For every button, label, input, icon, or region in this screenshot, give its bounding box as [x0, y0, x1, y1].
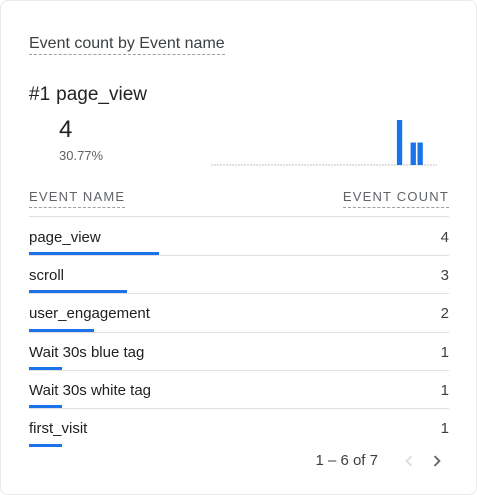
pagination-range: 1 – 6 of 7 — [315, 452, 378, 469]
top-event-percent: 30.77% — [59, 148, 104, 163]
event-count-bar — [29, 366, 62, 370]
top-event-name: page_view — [56, 84, 147, 105]
table-row[interactable]: page_view 4 — [29, 218, 449, 257]
table-row[interactable]: Wait 30s blue tag 1 — [29, 333, 449, 371]
event-name-cell: Wait 30s white tag — [29, 381, 151, 399]
event-count-bar — [29, 404, 62, 408]
event-count-cell: 1 — [440, 343, 449, 361]
event-table: page_view 4 scroll 3 user_engagement 2 Wait 30… — [29, 218, 449, 448]
table-row[interactable]: scroll 3 — [29, 256, 449, 295]
event-count-cell: 1 — [440, 381, 449, 399]
event-count-cell: 1 — [440, 419, 449, 437]
card-title[interactable]: Event count by Event name — [29, 34, 225, 55]
event-count-bar — [29, 252, 159, 256]
table-row[interactable]: user_engagement 2 — [29, 294, 449, 333]
event-name-cell: page_view — [29, 229, 101, 246]
event-name-cell: Wait 30s blue tag — [29, 343, 145, 361]
event-count-card: Event count by Event name #1 page_view 4 … — [0, 0, 477, 495]
event-count-cell: 4 — [440, 229, 449, 246]
event-count-bar — [29, 328, 94, 332]
prev-page-button[interactable] — [398, 450, 420, 472]
sparkline-bar — [410, 142, 416, 165]
next-page-button[interactable] — [426, 450, 448, 472]
column-header-event-count[interactable]: EVENT COUNT — [342, 189, 449, 208]
column-header-event-name[interactable]: EVENT NAME — [29, 189, 126, 208]
table-header: EVENT NAME EVENT COUNT — [29, 187, 449, 217]
top-event-rank: #1 — [29, 84, 51, 105]
event-name-cell: first_visit — [29, 419, 88, 437]
sparkline-bar — [417, 142, 423, 165]
top-event: #1 page_view — [29, 84, 147, 106]
top-event-value: 4 — [59, 116, 73, 143]
chevron-left-icon — [405, 455, 413, 467]
chevron-right-icon — [433, 455, 441, 467]
event-name-cell: scroll — [29, 267, 65, 285]
table-row[interactable]: Wait 30s white tag 1 — [29, 371, 449, 409]
event-count-cell: 2 — [440, 305, 449, 323]
sparkline-chart — [211, 120, 437, 166]
event-count-bar — [29, 444, 62, 448]
event-name-cell: user_engagement — [29, 305, 150, 323]
pagination: 1 – 6 of 7 — [315, 450, 448, 472]
event-count-cell: 3 — [440, 267, 449, 285]
sparkline-bar — [396, 120, 403, 165]
table-row[interactable]: first_visit 1 — [29, 409, 449, 448]
event-count-bar — [29, 290, 127, 294]
